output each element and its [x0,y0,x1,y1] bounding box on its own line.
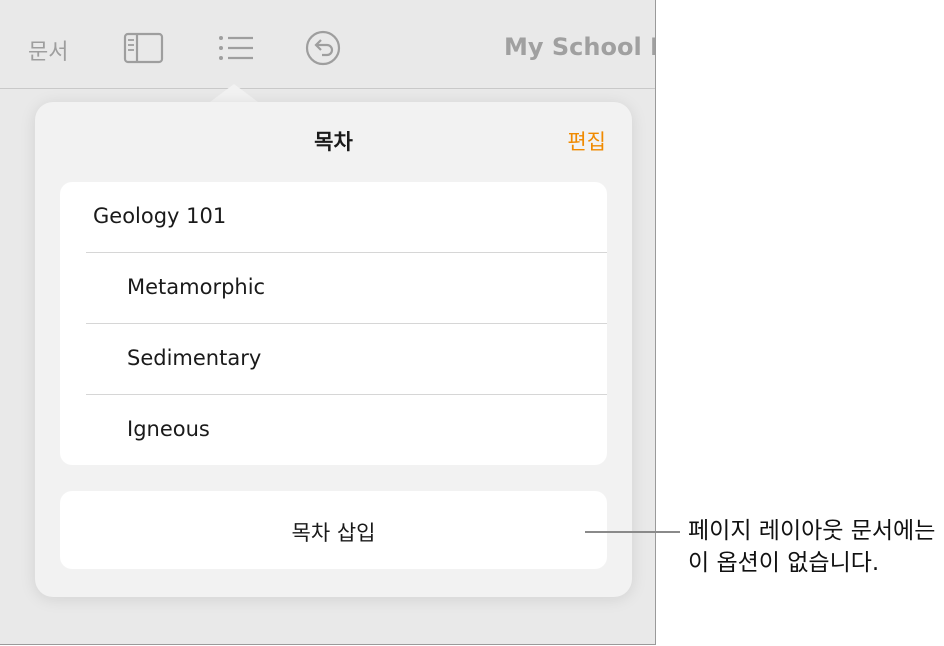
list-icon[interactable] [214,28,256,68]
toc-item-label: Sedimentary [127,346,262,370]
toc-item-igneous[interactable]: Igneous [60,395,607,465]
toc-item-sedimentary[interactable]: Sedimentary [60,324,607,394]
documents-button[interactable]: 문서 [28,34,68,66]
toc-item-geology-101[interactable]: Geology 101 [60,182,607,252]
callout-text: 페이지 레이아웃 문서에는 이 옵션이 없습니다. [688,515,944,579]
toc-list: Geology 101 Metamorphic Sedimentary Igne… [60,182,607,465]
toc-item-label: Igneous [127,417,210,441]
toc-item-label: Metamorphic [127,275,266,299]
edit-button[interactable]: 편집 [567,126,606,156]
toc-item-metamorphic[interactable]: Metamorphic [60,253,607,323]
toc-popover: 목차 편집 Geology 101 Metamorphic Sedimentar… [35,102,632,597]
app-screen: 문서 My School R 목차 편집 Geology 101 Metamor… [0,0,656,645]
popover-arrow [210,84,258,102]
toolbar: 문서 My School R [0,0,655,89]
callout-line-2: 이 옵션이 없습니다. [688,550,880,576]
undo-icon[interactable] [302,28,344,68]
document-title: My School R [504,33,656,61]
insert-toc-label: 목차 삽입 [291,521,376,545]
insert-toc-button[interactable]: 목차 삽입 [60,491,607,569]
toc-item-label: Geology 101 [93,204,227,228]
sidebar-icon[interactable] [122,28,164,68]
callout-line [585,531,680,533]
popover-title: 목차 [314,130,353,154]
callout-line-1: 페이지 레이아웃 문서에는 [688,518,936,544]
